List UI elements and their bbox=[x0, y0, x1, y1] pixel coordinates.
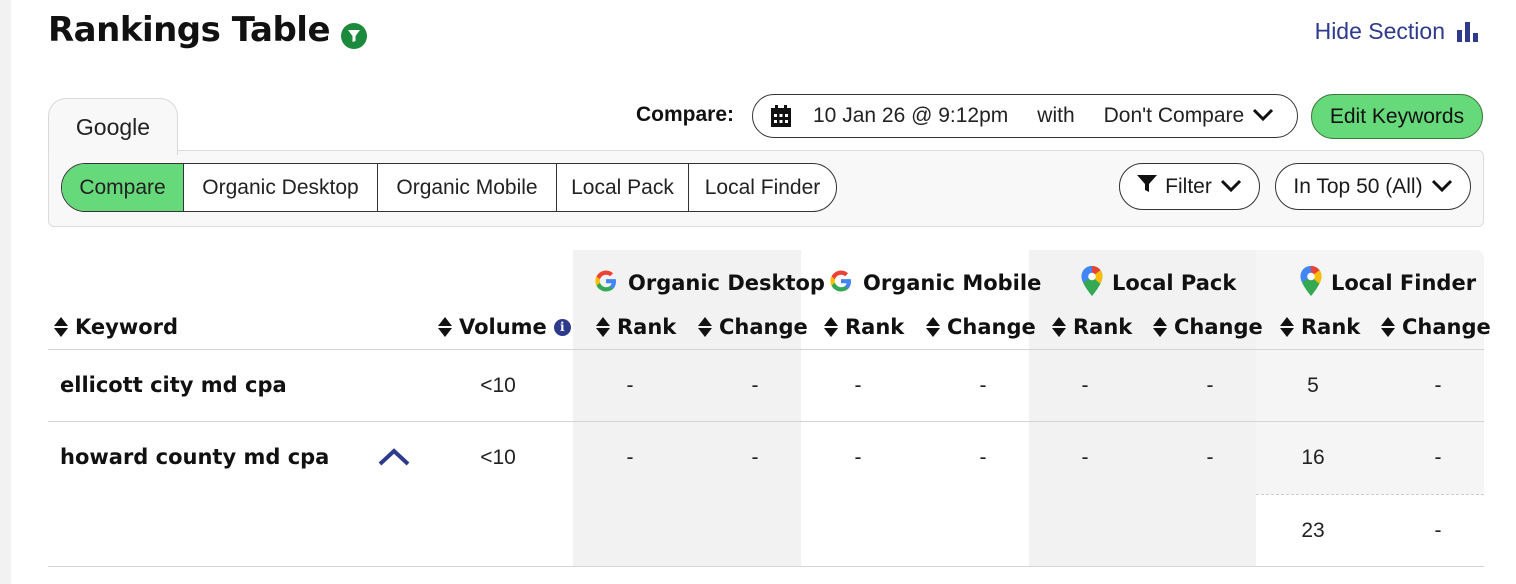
view-segmented-control: Compare Organic Desktop Organic Mobile L… bbox=[61, 163, 837, 212]
rank-cell: - bbox=[1081, 374, 1089, 397]
sort-icon bbox=[596, 316, 610, 338]
group-organic-mobile: Organic Mobile bbox=[827, 266, 1041, 300]
hide-section-link[interactable]: Hide Section bbox=[1315, 18, 1478, 45]
rank-cell: 23 bbox=[1301, 519, 1325, 542]
rank-cell: 16 bbox=[1301, 446, 1325, 469]
edit-keywords-button[interactable]: Edit Keywords bbox=[1311, 94, 1483, 139]
change-cell: - bbox=[1206, 374, 1214, 397]
organic-desktop-change-header[interactable]: Change bbox=[698, 312, 808, 342]
change-cell: - bbox=[1206, 446, 1214, 469]
collapse-row-icon[interactable] bbox=[378, 447, 410, 472]
sort-icon bbox=[54, 316, 68, 338]
rank-cell: - bbox=[626, 374, 634, 397]
sort-icon bbox=[824, 316, 838, 338]
keyword-header-label: Keyword bbox=[75, 315, 179, 339]
sort-icon bbox=[926, 316, 940, 338]
info-icon[interactable]: i bbox=[553, 318, 571, 336]
rank-cell: 5 bbox=[1307, 374, 1319, 397]
change-cell: - bbox=[1434, 374, 1442, 397]
sort-icon bbox=[1381, 316, 1395, 338]
keyword-column-header[interactable]: Keyword bbox=[54, 312, 178, 342]
organic-mobile-change-header[interactable]: Change bbox=[926, 312, 1036, 342]
top-range-label: In Top 50 (All) bbox=[1293, 174, 1423, 198]
change-cell: - bbox=[751, 374, 759, 397]
funnel-icon bbox=[1137, 174, 1158, 199]
view-tab-organic-mobile[interactable]: Organic Mobile bbox=[377, 164, 556, 211]
change-header-label: Change bbox=[947, 315, 1036, 339]
view-tab-local-pack[interactable]: Local Pack bbox=[556, 164, 688, 211]
volume-column-header[interactable]: Volume i bbox=[438, 312, 571, 342]
row-divider bbox=[48, 566, 1484, 567]
change-header-label: Change bbox=[719, 315, 808, 339]
google-maps-pin-icon bbox=[1299, 265, 1323, 302]
tab-google[interactable]: Google bbox=[48, 98, 178, 155]
change-cell: - bbox=[1434, 519, 1442, 542]
local-pack-change-header[interactable]: Change bbox=[1153, 312, 1263, 342]
top-range-dropdown[interactable]: In Top 50 (All) bbox=[1275, 163, 1471, 210]
change-header-label: Change bbox=[1402, 315, 1491, 339]
compare-date-selector[interactable]: 10 Jan 26 @ 9:12pm with Don't Compare bbox=[752, 94, 1298, 138]
compare-target: Don't Compare bbox=[1103, 104, 1245, 127]
change-cell: - bbox=[1434, 446, 1442, 469]
rank-cell: - bbox=[854, 374, 862, 397]
header-divider bbox=[48, 349, 1484, 350]
left-edge-strip bbox=[0, 0, 11, 584]
google-maps-pin-icon bbox=[1080, 265, 1104, 302]
view-tab-compare[interactable]: Compare bbox=[62, 164, 183, 211]
local-pack-rank-header[interactable]: Rank bbox=[1052, 312, 1132, 342]
keyword-cell: ellicott city md cpa bbox=[60, 373, 287, 397]
compare-label: Compare: bbox=[636, 103, 735, 126]
sort-icon bbox=[1153, 316, 1167, 338]
keyword-cell: howard county md cpa bbox=[60, 445, 330, 469]
change-cell: - bbox=[979, 446, 987, 469]
group-local-finder: Local Finder bbox=[1299, 265, 1477, 302]
page-title: Rankings Table bbox=[48, 10, 331, 50]
filter-label: Filter bbox=[1165, 174, 1212, 198]
group-organic-desktop: Organic Desktop bbox=[592, 266, 825, 300]
change-cell: - bbox=[751, 446, 759, 469]
compare-with-label: with bbox=[1037, 104, 1075, 127]
local-finder-rank-header[interactable]: Rank bbox=[1280, 312, 1360, 342]
sort-icon bbox=[698, 316, 712, 338]
rank-cell: - bbox=[626, 446, 634, 469]
change-cell: - bbox=[979, 374, 987, 397]
group-local-pack: Local Pack bbox=[1080, 265, 1237, 302]
rank-header-label: Rank bbox=[617, 315, 677, 339]
group-label: Organic Desktop bbox=[628, 271, 825, 295]
row-divider bbox=[48, 421, 1484, 422]
sort-icon bbox=[1280, 316, 1294, 338]
rank-header-label: Rank bbox=[1073, 315, 1133, 339]
chevron-down-icon bbox=[1252, 104, 1274, 128]
organic-mobile-rank-header[interactable]: Rank bbox=[824, 312, 904, 342]
google-g-icon bbox=[592, 267, 620, 300]
volume-header-label: Volume bbox=[459, 315, 547, 339]
bar-chart-icon bbox=[1457, 21, 1478, 42]
view-tab-organic-desktop[interactable]: Organic Desktop bbox=[183, 164, 377, 211]
filter-button[interactable]: Filter bbox=[1119, 163, 1260, 210]
local-finder-change-header[interactable]: Change bbox=[1381, 312, 1491, 342]
group-label: Local Finder bbox=[1331, 271, 1477, 295]
rank-cell: - bbox=[854, 446, 862, 469]
chevron-down-icon bbox=[1431, 175, 1453, 199]
hide-section-label: Hide Section bbox=[1314, 18, 1445, 44]
sort-icon bbox=[1052, 316, 1066, 338]
volume-cell: <10 bbox=[480, 374, 516, 397]
rank-header-label: Rank bbox=[845, 315, 905, 339]
view-tab-local-finder[interactable]: Local Finder bbox=[688, 164, 836, 211]
group-label: Local Pack bbox=[1112, 271, 1237, 295]
rank-header-label: Rank bbox=[1301, 315, 1361, 339]
change-header-label: Change bbox=[1174, 315, 1263, 339]
sub-row-divider bbox=[1256, 494, 1484, 495]
chevron-down-icon bbox=[1220, 175, 1242, 199]
group-label: Organic Mobile bbox=[863, 271, 1042, 295]
calendar-icon bbox=[769, 105, 793, 127]
rank-cell: - bbox=[1081, 446, 1089, 469]
filter-badge-icon[interactable] bbox=[341, 23, 367, 49]
volume-cell: <10 bbox=[480, 446, 516, 469]
organic-desktop-rank-header[interactable]: Rank bbox=[596, 312, 676, 342]
compare-date: 10 Jan 26 @ 9:12pm bbox=[813, 104, 1009, 127]
sort-icon bbox=[438, 316, 452, 338]
google-g-icon bbox=[827, 267, 855, 300]
